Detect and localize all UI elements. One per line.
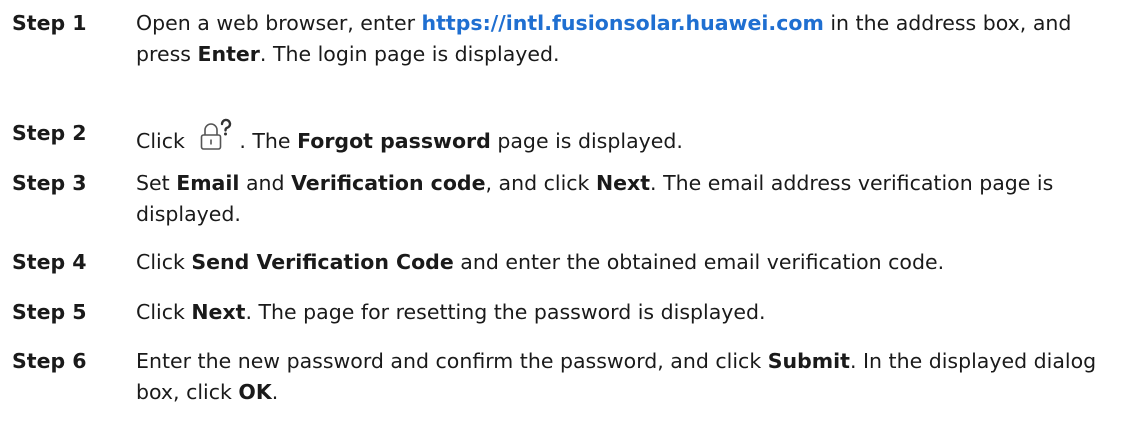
step-2: Step 2 Click . The Forgot password page … xyxy=(0,118,1130,157)
step-text-run: . The login page is displayed. xyxy=(259,42,560,66)
ui-term: Forgot password xyxy=(297,129,491,153)
step-label: Step 4 xyxy=(12,250,87,274)
step-text: Click Send Verification Code and enter t… xyxy=(136,247,1130,278)
step-text-run: and xyxy=(239,171,292,195)
ui-term: Verification code xyxy=(291,171,486,195)
step-1: Step 1 Open a web browser, enter https:/… xyxy=(0,8,1130,70)
ui-term: Next xyxy=(595,171,651,195)
step-label: Step 6 xyxy=(12,349,87,373)
step-label: Step 5 xyxy=(12,300,87,324)
step-text-run: page is displayed. xyxy=(490,129,683,153)
step-4: Step 4 Click Send Verification Code and … xyxy=(0,247,1130,278)
ui-term: OK xyxy=(238,380,272,404)
step-text-run: Click xyxy=(136,300,192,324)
lock-question-icon xyxy=(197,118,233,154)
ui-term: Next xyxy=(191,300,246,324)
ui-term: Enter xyxy=(197,42,260,66)
step-text: Set Email and Verification code, and cli… xyxy=(136,168,1130,230)
step-text-run: . The page for resetting the password is… xyxy=(245,300,766,324)
step-text-run: . xyxy=(271,380,279,404)
ui-term: Submit xyxy=(767,349,850,373)
ui-term: Send Verification Code xyxy=(191,250,454,274)
ui-term: Email xyxy=(176,171,240,195)
step-text-run: Set xyxy=(136,171,177,195)
step-text: Enter the new password and confirm the p… xyxy=(136,346,1130,408)
step-3: Step 3 Set Email and Verification code, … xyxy=(0,168,1130,230)
step-label: Step 3 xyxy=(12,171,87,195)
step-text-run: , and click xyxy=(485,171,596,195)
step-text-run: and enter the obtained email verificatio… xyxy=(453,250,945,274)
step-text: Open a web browser, enter https://intl.f… xyxy=(136,8,1130,70)
step-text-run: . The xyxy=(239,129,298,153)
step-text-run: Enter the new password and confirm the p… xyxy=(136,349,768,373)
procedure-steps: Step 1 Open a web browser, enter https:/… xyxy=(0,0,1135,441)
step-text: Click . The Forgot password page is disp… xyxy=(136,118,1130,157)
step-text-run: Click xyxy=(136,129,192,153)
step-text: Click Next. The page for resetting the p… xyxy=(136,297,1130,328)
url-link[interactable]: https://intl.fusionsolar.huawei.com xyxy=(422,11,824,35)
step-5: Step 5 Click Next. The page for resettin… xyxy=(0,297,1130,328)
step-text-run: Click xyxy=(136,250,192,274)
step-6: Step 6 Enter the new password and confir… xyxy=(0,346,1130,408)
step-label: Step 2 xyxy=(12,121,87,145)
step-label: Step 1 xyxy=(12,11,87,35)
step-text-run: Open a web browser, enter xyxy=(136,11,422,35)
